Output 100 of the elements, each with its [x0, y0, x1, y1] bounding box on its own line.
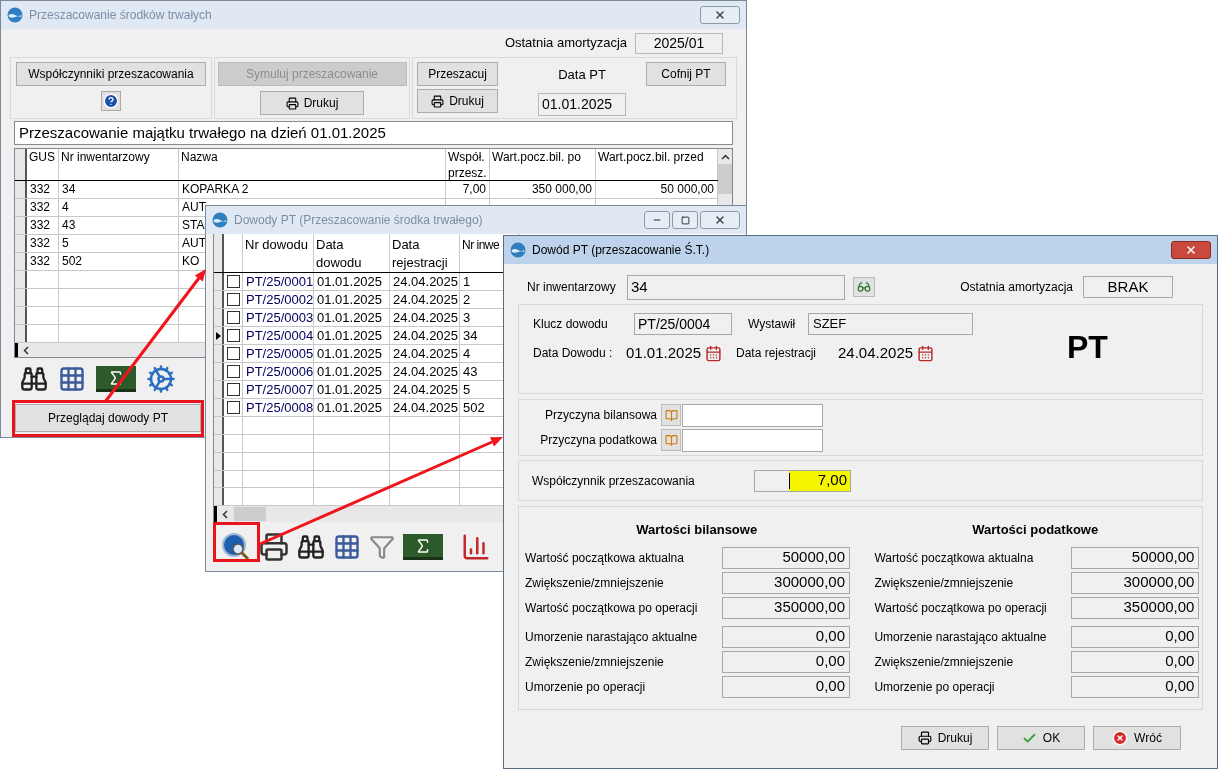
row-header[interactable] [15, 181, 27, 198]
calendar-icon[interactable] [917, 344, 934, 362]
row-header[interactable] [15, 235, 27, 252]
checkbox[interactable] [226, 365, 240, 379]
checkbox[interactable] [226, 275, 240, 289]
input-field[interactable]: 7,00 [754, 469, 851, 492]
value-field: 2025/01 [635, 32, 723, 54]
grid-icon[interactable] [333, 533, 361, 561]
sigma-icon[interactable] [403, 534, 443, 560]
cancel-icon [1112, 730, 1129, 746]
filter-icon[interactable] [369, 534, 395, 560]
row-header[interactable] [15, 253, 27, 270]
column-header[interactable]: Data rejestracji [392, 236, 457, 272]
scroll-left-icon[interactable] [222, 509, 228, 519]
checkbox[interactable] [226, 311, 240, 325]
row-header[interactable] [214, 273, 224, 291]
input-field[interactable] [682, 403, 823, 427]
checkbox[interactable] [226, 293, 240, 307]
date-field[interactable]: 01.01.2025 [624, 342, 704, 364]
column-header[interactable]: Nazwa [181, 149, 443, 165]
grid-icon[interactable] [58, 365, 86, 393]
date-field[interactable]: 01.01.2025 [538, 92, 626, 116]
action-button[interactable]: Współczynniki przeszacowania [16, 62, 206, 86]
lookup-button[interactable] [853, 277, 875, 297]
print-button[interactable]: Drukuj [901, 726, 989, 750]
minimize-button[interactable] [644, 211, 670, 229]
checkbox[interactable] [226, 329, 240, 343]
value-field: 300000,00 [1071, 571, 1200, 594]
binoculars-icon[interactable] [297, 533, 325, 561]
field-label: Zwiększenie/zmniejszenie [525, 574, 665, 592]
row-header[interactable] [15, 271, 27, 288]
input-field[interactable] [682, 428, 823, 452]
row-header[interactable] [15, 307, 27, 324]
calendar-icon[interactable] [705, 344, 722, 362]
column-header[interactable]: Wart.pocz.bil. po [492, 149, 593, 165]
close-button[interactable] [700, 6, 740, 24]
action-button[interactable]: Przeszacuj [417, 62, 498, 86]
column-header[interactable]: Współ. przesz. [448, 149, 487, 181]
book-icon [664, 408, 678, 422]
close-button[interactable] [1171, 241, 1211, 259]
checkbox[interactable] [226, 401, 240, 415]
maximize-button[interactable] [672, 211, 698, 229]
row-header[interactable] [214, 435, 224, 452]
field-label: Umorzenie po operacji [525, 678, 647, 696]
value-field: 300000,00 [722, 571, 850, 594]
input-field[interactable]: 34 [627, 274, 845, 300]
checkbox[interactable] [226, 347, 240, 361]
table-cell: 332 [30, 235, 51, 252]
column-header[interactable]: GUS [29, 149, 56, 165]
row-header[interactable] [214, 363, 224, 381]
table-cell: PT/25/0002 [246, 292, 314, 308]
window-title: Przeszacowanie środków trwałych [29, 7, 212, 24]
row-header[interactable] [15, 289, 27, 306]
row-header[interactable] [214, 488, 224, 506]
row-header[interactable] [15, 217, 27, 234]
field-label: Ostatnia amortyzacja [960, 279, 1073, 296]
row-header[interactable] [214, 470, 224, 488]
column-header[interactable]: Data dowodu [316, 236, 387, 272]
print-button[interactable]: Drukuj [417, 89, 498, 113]
row-header[interactable] [214, 452, 224, 470]
row-header[interactable] [214, 291, 224, 309]
print-button[interactable]: Drukuj [260, 91, 364, 115]
scroll-thumb[interactable] [234, 507, 266, 522]
binoculars-icon[interactable] [20, 365, 48, 393]
table-cell: 24.04.2025 [393, 400, 459, 416]
back-button[interactable]: Wróć [1093, 726, 1181, 750]
close-button[interactable] [700, 211, 740, 229]
row-header[interactable] [214, 327, 224, 345]
settings-icon[interactable] [146, 364, 176, 394]
row-header[interactable] [214, 399, 224, 417]
row-header[interactable] [15, 325, 27, 342]
scroll-left-icon[interactable] [23, 345, 29, 355]
table-cell: 332 [30, 181, 51, 198]
column-header[interactable]: Wart.pocz.bil. przed [598, 149, 715, 165]
chart-icon[interactable] [461, 532, 491, 562]
column-header[interactable]: Nr inwentarzowy [61, 149, 176, 165]
browse-button[interactable]: Przeglądaj dowody PT [15, 404, 201, 432]
row-header[interactable] [214, 309, 224, 327]
printer-icon[interactable] [259, 532, 289, 562]
date-field[interactable]: 24.04.2025 [836, 342, 916, 364]
checkbox[interactable] [226, 383, 240, 397]
field-label: Wartość początkowa aktualna [874, 549, 1035, 567]
column-header[interactable]: Nr dowodu [245, 236, 311, 254]
help-button[interactable] [101, 91, 121, 111]
row-header[interactable] [214, 345, 224, 363]
action-button[interactable]: Cofnij PT [646, 62, 726, 86]
row-header[interactable] [15, 199, 27, 216]
sigma-icon[interactable] [96, 366, 136, 392]
table-cell: AUT [182, 235, 206, 252]
scroll-thumb[interactable] [718, 164, 732, 194]
value-field: 0,00 [1071, 625, 1200, 648]
row-header[interactable] [214, 417, 224, 435]
table-cell: 332 [30, 253, 51, 270]
table-cell: 50 000,00 [660, 181, 714, 198]
scroll-up-icon[interactable] [720, 154, 730, 160]
ok-button[interactable]: OK [997, 726, 1085, 750]
table-cell: 01.01.2025 [317, 364, 383, 380]
row-header[interactable] [214, 381, 224, 399]
magnifier-icon[interactable] [221, 532, 251, 562]
table-cell: 332 [30, 217, 51, 234]
